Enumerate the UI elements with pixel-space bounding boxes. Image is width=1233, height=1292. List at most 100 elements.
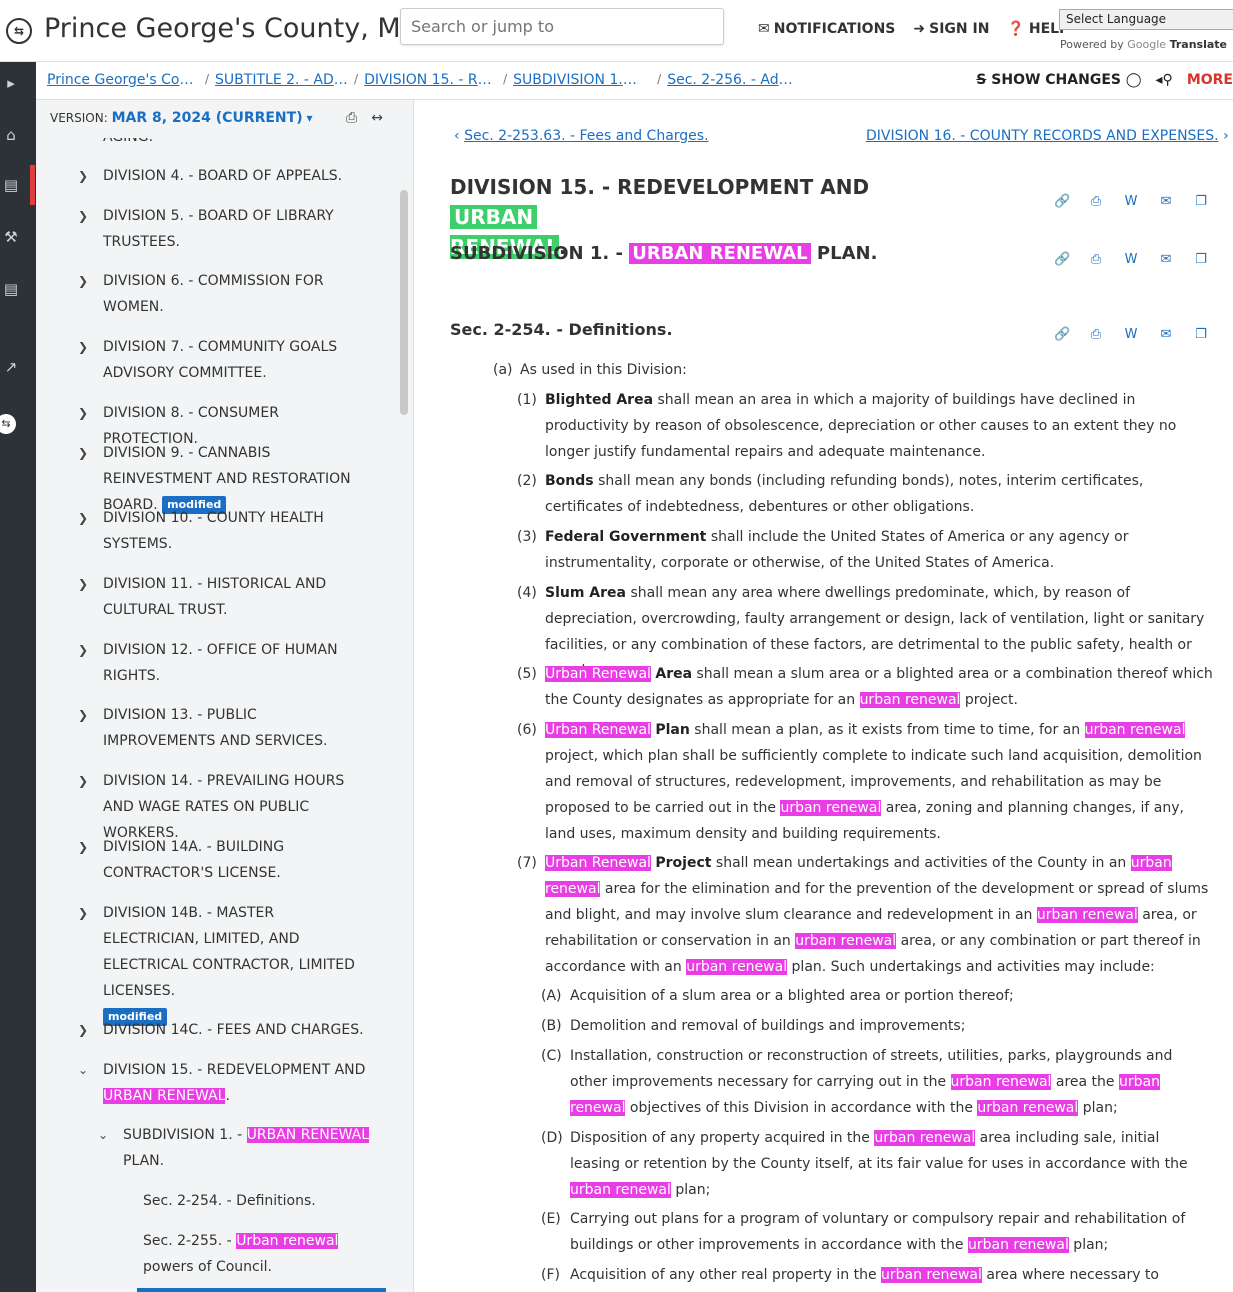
word-doc-icon[interactable]: W [1124,252,1138,267]
chevron-right-icon: › [1223,128,1229,144]
link-icon[interactable]: 🔗 [1054,327,1070,342]
icon-rail: ▸ ⌂ ▤ ⚒ ▤ ↗ ⇆ [0,62,36,1292]
definition: Federal Government shall include the Uni… [545,529,1129,571]
chevron-right-icon[interactable]: ❯ [78,768,88,794]
section-title: Sec. 2-254. - Definitions. [450,320,673,339]
chevron-down-icon[interactable]: ⌄ [98,1122,108,1148]
rail-active-indicator [30,165,35,205]
toc-item[interactable]: ❯ DIVISION 6. - COMMISSION FOR WOMEN. [78,268,373,320]
search-input[interactable] [400,8,724,45]
word-doc-icon[interactable]: W [1124,194,1138,209]
strikethrough-icon: S [976,72,987,88]
toc-item[interactable]: ❯ DIVISION 4. - BOARD OF APPEALS. [78,163,373,189]
chevron-down-icon[interactable]: ⌄ [78,1057,88,1083]
breadcrumb-item[interactable]: SUBTITLE 2. - ADM... [215,72,348,88]
toc-item[interactable]: ❯ DIVISION 11. - HISTORICAL AND CULTURAL … [78,571,373,623]
toc-item[interactable]: ❯ DIVISION 10. - COUNTY HEALTH SYSTEMS. [78,505,373,557]
version-selector[interactable]: VERSION: MAR 8, 2024 (CURRENT) ▾ [50,110,312,126]
print-icon[interactable]: ⎙ [1089,327,1103,342]
top-links: ✉ NOTIFICATIONS ➜ SIGN IN ❓ HELP [758,21,1069,37]
expand-icon[interactable]: ▸ [0,74,22,96]
sign-in-link[interactable]: ➜ SIGN IN [913,21,989,37]
chevron-right-icon[interactable]: ❯ [78,203,88,229]
print-icon[interactable]: ⎙ [346,110,357,126]
copy-icon[interactable]: ❐ [1194,252,1208,267]
definition: Bonds shall mean any bonds (including re… [545,473,1144,515]
chevron-right-icon[interactable]: ❯ [78,163,88,189]
toc-item-expanded[interactable]: ⌄ DIVISION 15. - REDEVELOPMENT AND URBAN … [78,1057,373,1109]
gavel-icon[interactable]: ⚒ [0,228,22,250]
sign-in-icon: ➜ [913,21,926,37]
next-section-link[interactable]: DIVISION 16. - COUNTY RECORDS AND EXPENS… [866,128,1229,144]
top-header: ⇆ Prince George's County, MD ✉NOTIFICATI… [0,0,1233,62]
chevron-left-icon: ‹ [454,128,460,144]
toc-item[interactable]: ❯ DIVISION 13. - PUBLIC IMPROVEMENTS AND … [78,702,373,754]
email-icon[interactable]: ✉ [1159,252,1173,267]
powered-by-google: Powered by Google Translate [1060,38,1227,51]
external-link-icon[interactable]: ↗ [0,358,22,380]
toggle-icon: ◯ [1125,72,1142,88]
chevron-right-icon[interactable]: ❯ [78,702,88,728]
expand-width-icon[interactable]: ↔ [371,110,383,126]
toc-section[interactable]: Sec. 2-254. - Definitions. [143,1188,373,1214]
breadcrumb-separator: / [657,72,662,86]
search-toggle[interactable]: ◂⚲ [1156,72,1173,88]
toc-item[interactable]: ❯ DIVISION 5. - BOARD OF LIBRARY TRUSTEES… [78,203,373,255]
print-icon[interactable]: ⎙ [1089,194,1103,209]
breadcrumb-item[interactable]: Prince George's Coun... [47,72,199,88]
sub-item: Acquisition of any other real property i… [570,1267,1159,1283]
link-icon[interactable]: 🔗 [1054,252,1070,267]
email-icon[interactable]: ✉ [1159,194,1173,209]
language-select[interactable]: Select Language [1059,9,1233,30]
def-number: (5) [517,666,537,682]
more-button[interactable]: MORE [1187,72,1233,88]
email-icon[interactable]: ✉ [1159,327,1173,342]
sub-item: Disposition of any property acquired in … [570,1130,1188,1198]
toc-item[interactable]: ❯ DIVISION 14A. - BUILDING CONTRACTOR'S L… [78,834,373,886]
home-icon[interactable]: ⌂ [0,126,22,148]
breadcrumb-item[interactable]: DIVISION 15. - RED... [364,72,497,88]
breadcrumb-separator: / [205,72,210,86]
toc-item[interactable]: ❯ DIVISION 12. - OFFICE OF HUMAN RIGHTS. [78,637,373,689]
breadcrumb-bar: Prince George's Coun... / SUBTITLE 2. - A… [36,62,1233,100]
toc-item[interactable]: ❯ DIVISION 14C. - FEES AND CHARGES. [78,1017,373,1043]
division-actions: 🔗 ⎙ W ✉ ❐ [1054,194,1208,209]
chevron-right-icon[interactable]: ❯ [78,400,88,426]
chevron-right-icon[interactable]: ❯ [78,334,88,360]
breadcrumb: Prince George's Coun... / SUBTITLE 2. - A… [47,72,799,88]
chevron-right-icon[interactable]: ❯ [78,440,88,466]
toc-subitem-expanded[interactable]: ⌄ SUBDIVISION 1. - URBAN RENEWAL PLAN. [98,1122,373,1174]
chevron-right-icon[interactable]: ❯ [78,505,88,531]
chevron-right-icon[interactable]: ❯ [78,571,88,597]
chevron-right-icon[interactable]: ❯ [78,834,88,860]
prev-section-link[interactable]: ‹ Sec. 2-253.63. - Fees and Charges. [454,128,709,144]
notifications-link[interactable]: ✉ NOTIFICATIONS [758,21,895,37]
def-number: (7) [517,855,537,871]
site-title[interactable]: Prince George's County, MD [44,13,421,44]
sub-number: (D) [541,1130,563,1146]
municode-logo-icon[interactable]: ⇆ [6,18,32,44]
breadcrumb-item[interactable]: SUBDIVISION 1. - ... [513,72,641,88]
show-changes-toggle[interactable]: S SHOW CHANGES ◯ [976,72,1141,88]
book-icon[interactable]: ▤ [0,176,22,198]
toc-section[interactable]: Sec. 2-255. - Urban renewal powers of Co… [143,1228,373,1280]
link-icon[interactable]: 🔗 [1054,194,1070,209]
toc-item[interactable]: ❯ DIVISION 14B. - MASTER ELECTRICIAN, LIM… [78,900,373,1030]
toc-item[interactable]: ❯ DIVISION 7. - COMMUNITY GOALS ADVISORY … [78,334,373,386]
word-doc-icon[interactable]: W [1124,327,1138,342]
section-actions: 🔗 ⎙ W ✉ ❐ [1054,327,1208,342]
chevron-right-icon[interactable]: ❯ [78,1017,88,1043]
chevron-right-icon[interactable]: ❯ [78,900,88,926]
document-icon[interactable]: ▤ [0,280,22,302]
chevron-right-icon[interactable]: ❯ [78,637,88,663]
breadcrumb-item[interactable]: Sec. 2-256. - Additi... [667,72,799,88]
copy-icon[interactable]: ❐ [1194,194,1208,209]
compare-icon[interactable]: ⇆ [0,414,16,434]
chevron-right-icon[interactable]: ❯ [78,268,88,294]
print-icon[interactable]: ⎙ [1089,252,1103,267]
sub-item: Acquisition of a slum area or a blighted… [570,988,1014,1004]
toc-scrollbar[interactable] [400,190,408,415]
copy-icon[interactable]: ❐ [1194,327,1208,342]
definition: Urban Renewal Plan shall mean a plan, as… [545,722,1202,842]
chevron-left-icon: ◂ [1155,72,1163,88]
